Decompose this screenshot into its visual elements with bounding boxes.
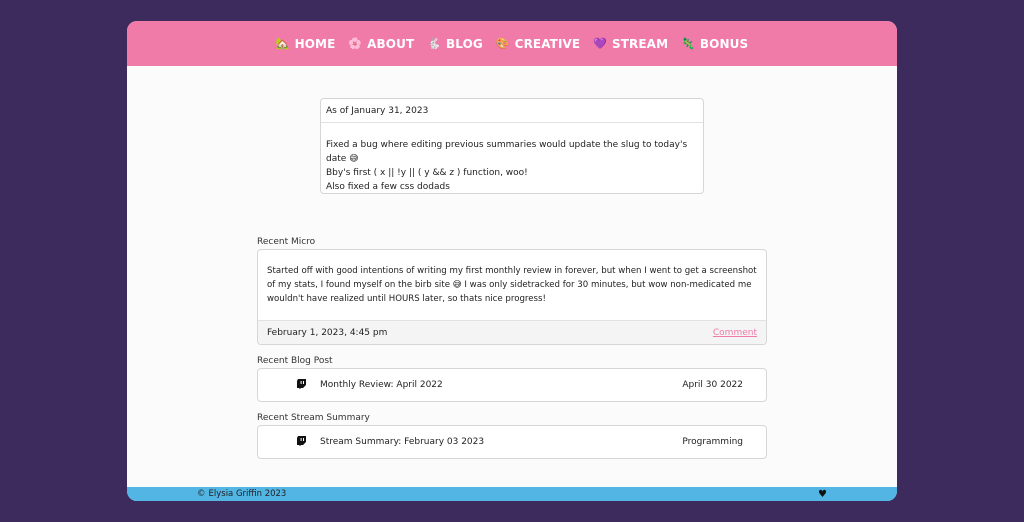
nav-stream[interactable]: 💜 STREAM [593,37,668,51]
blog-post-date: April 30 2022 [682,380,743,390]
stream-heading: Recent Stream Summary [257,413,370,423]
heart-icon[interactable]: ♥ [818,489,827,500]
update-line: Fixed a bug where editing previous summa… [326,140,688,164]
nav-blog[interactable]: 🐇 BLOG [427,37,483,51]
lizard-icon: 🦎 [681,37,695,50]
update-line: Also fixed a few css dodads [326,182,450,192]
nav-home-label: HOME [294,36,336,51]
update-line: Bby's first ( x || !y || ( y && z ) func… [326,168,528,178]
micro-card: Started off with good intentions of writ… [257,249,767,345]
top-nav: 🏡 HOME 🌸 ABOUT 🐇 BLOG 🎨 CREATIVE 💜 STREA… [127,21,897,66]
blog-heading: Recent Blog Post [257,356,333,366]
nav-about-label: ABOUT [367,36,415,51]
footer-author: Elysia Griffin 2023 [208,489,287,499]
nav-home[interactable]: 🏡 HOME [276,37,336,51]
rabbit-icon: 🐇 [427,37,442,50]
heart-icon: 💜 [593,37,608,50]
twitch-icon [297,378,307,392]
update-notes: Fixed a bug where editing previous summa… [321,123,703,194]
copyright: © Elysia Griffin 2023 [197,489,286,499]
micro-heading: Recent Micro [257,237,316,247]
blog-post-row[interactable]: Monthly Review: April 2022 April 30 2022 [257,368,767,402]
nav-bonus-label: BONUS [699,36,749,51]
update-card: As of January 31, 2023 Fixed a bug where… [320,98,704,194]
nav-blog-label: BLOG [446,36,483,51]
nav-stream-label: STREAM [612,36,669,51]
house-icon: 🏡 [275,37,290,50]
palette-icon: 🎨 [495,37,510,50]
nav-about[interactable]: 🌸 ABOUT [348,37,414,51]
nav-bonus[interactable]: 🦎 BONUS [681,37,748,51]
micro-text: Started off with good intentions of writ… [267,266,757,304]
micro-footer: February 1, 2023, 4:45 pm Comment [258,320,766,344]
comment-link[interactable]: Comment [713,328,757,338]
stream-category: Programming [682,437,743,447]
copyright-icon: © [197,489,206,499]
stream-summary-title[interactable]: Stream Summary: February 03 2023 [320,437,682,447]
twitch-icon [297,435,307,449]
flower-icon: 🌸 [348,37,363,50]
nav-creative-label: CREATIVE [514,36,581,51]
micro-timestamp: February 1, 2023, 4:45 pm [267,327,388,338]
stream-summary-row[interactable]: Stream Summary: February 03 2023 Program… [257,425,767,459]
footer: © Elysia Griffin 2023 ♥ [127,487,897,501]
nav-creative[interactable]: 🎨 CREATIVE [496,37,580,51]
blog-post-title[interactable]: Monthly Review: April 2022 [320,380,682,390]
page-frame: 🏡 HOME 🌸 ABOUT 🐇 BLOG 🎨 CREATIVE 💜 STREA… [127,21,897,501]
update-date: As of January 31, 2023 [321,99,703,123]
